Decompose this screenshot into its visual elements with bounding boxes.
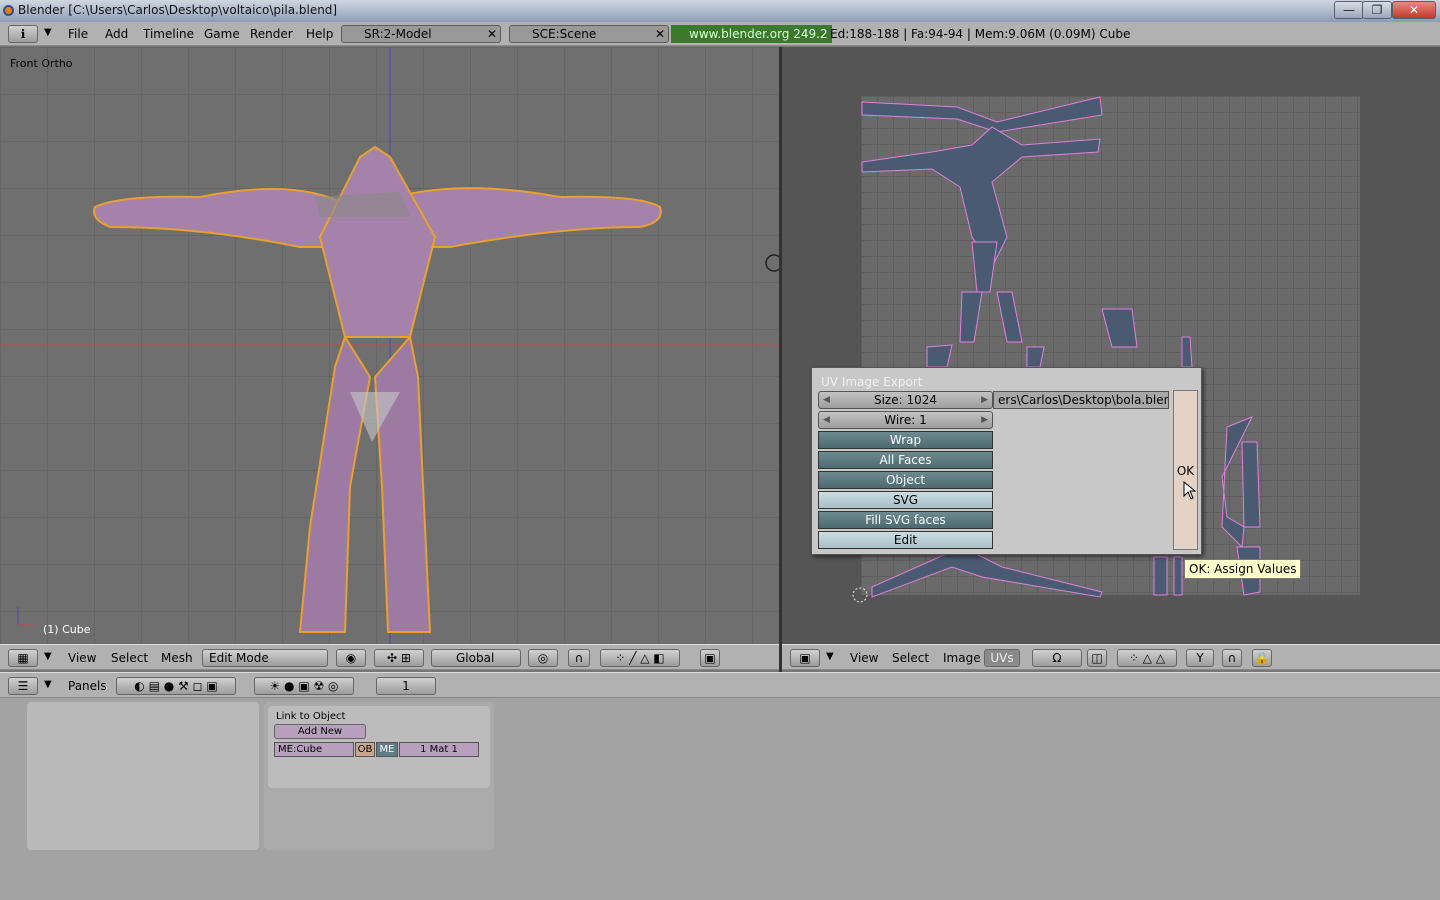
mouse-cursor-icon <box>1183 481 1197 500</box>
3d-view-header: ▦ ▼ View Select Mesh Edit Mode ◉ ✣ ⊞ Glo… <box>0 644 779 670</box>
select-mode-icons[interactable]: ⁘ ╱ △ ◧ <box>600 649 680 667</box>
menu-uv-image[interactable]: Image <box>943 651 981 665</box>
dialog-title: UV Image Export <box>821 375 923 389</box>
window-title: Blender [C:\Users\Carlos\Desktop\voltaic… <box>18 3 338 17</box>
file-path-field[interactable]: ers\Carlos\Desktop\bola.blend <box>993 391 1169 409</box>
uv-editor-header: ▣ ▼ View Select Image UVs Ω ◫ ⁘ △ △ Y ∩ … <box>782 644 1440 670</box>
collapse-arrow-icon[interactable]: ▼ <box>44 651 52 662</box>
grid-editor-icon[interactable]: ▦ <box>8 649 38 667</box>
link-title: Link to Object <box>276 711 346 722</box>
mode-label: Edit Mode <box>209 651 269 665</box>
me-button[interactable]: ME <box>376 742 398 757</box>
pivot-icon[interactable]: ✣ ⊞ <box>374 649 424 667</box>
proportional-edit-icon[interactable]: ◎ <box>528 649 558 667</box>
mesh-name-field[interactable]: ME:Cube <box>274 742 354 757</box>
uv-editor-type-icon[interactable]: ▣ <box>790 649 820 667</box>
wrap-toggle[interactable]: Wrap <box>818 431 993 449</box>
wire-label: Wire: 1 <box>884 413 927 427</box>
menu-add[interactable]: Add <box>105 27 128 41</box>
scene-stats: Ed:188-188 | Fa:94-94 | Mem:9.06M (0.09M… <box>830 27 1131 41</box>
draw-type-icon[interactable]: ◉ <box>336 649 366 667</box>
decrement-arrow-icon[interactable]: ◀ <box>823 392 830 409</box>
uvs-label: UVs <box>990 651 1014 665</box>
collapse-arrow-icon[interactable]: ▼ <box>44 679 52 690</box>
mesh-torso <box>318 145 437 338</box>
menu-uv-select[interactable]: Select <box>892 651 929 665</box>
size-field[interactable]: ◀ Size: 1024 ▶ <box>818 391 993 409</box>
mesh-right-leg <box>373 334 432 633</box>
maximize-button[interactable]: ❐ <box>1362 1 1392 19</box>
edit-toggle[interactable]: Edit <box>818 531 993 549</box>
frame-number: 1 <box>402 679 410 693</box>
screen-name: SR:2-Model <box>364 27 432 41</box>
title-bar: Blender [C:\Users\Carlos\Desktop\voltaic… <box>0 0 1440 22</box>
menu-render[interactable]: Render <box>250 27 293 41</box>
screen-selector[interactable]: SR:2-Model ✕ <box>341 25 501 43</box>
pivot-icon[interactable]: Y <box>1186 649 1214 667</box>
delete-screen-icon[interactable]: ✕ <box>487 26 497 42</box>
add-new-button[interactable]: Add New <box>274 724 366 739</box>
collapse-arrow-icon[interactable]: ▼ <box>44 27 52 38</box>
buttons-window: Link to Object Add New ME:Cube OB ME 1 M… <box>0 698 1440 900</box>
increment-arrow-icon[interactable]: ▶ <box>981 392 988 409</box>
scene-name: SCE:Scene <box>532 27 597 41</box>
snap-icon[interactable]: ∩ <box>1222 649 1242 667</box>
increment-arrow-icon[interactable]: ▶ <box>981 412 988 429</box>
add-new-label: Add New <box>297 726 343 737</box>
menu-file[interactable]: File <box>68 27 88 41</box>
blender-logo-icon <box>3 5 14 16</box>
buttons-header: ☰ ▼ Panels ◐ ▤ ● ⚒ ◻ ▣ ☀ ● ▣ ☢ ◎ 1 <box>0 672 1440 698</box>
delete-scene-icon[interactable]: ✕ <box>655 26 665 42</box>
collapse-arrow-icon[interactable]: ▼ <box>826 651 834 662</box>
close-button[interactable]: ✕ <box>1392 1 1436 19</box>
snap-icon[interactable]: ∩ <box>568 649 590 667</box>
context-icons[interactable]: ◐ ▤ ● ⚒ ◻ ▣ <box>116 677 236 695</box>
link-panel: Link to Object Add New ME:Cube OB ME 1 M… <box>264 702 494 850</box>
orientation-label: Global <box>456 651 495 665</box>
frame-field[interactable]: 1 <box>376 677 436 695</box>
buttons-editor-icon[interactable]: ☰ <box>8 677 38 695</box>
minimize-button[interactable]: — <box>1334 1 1364 19</box>
menu-help[interactable]: Help <box>306 27 333 41</box>
ob-button[interactable]: OB <box>355 742 375 757</box>
3d-viewport[interactable]: Front Ortho (1) Cube <box>0 47 779 644</box>
decrement-arrow-icon[interactable]: ◀ <box>823 412 830 429</box>
mesh-canvas <box>0 47 779 644</box>
wire-field[interactable]: ◀ Wire: 1 ▶ <box>818 411 993 429</box>
ok-button[interactable]: OK <box>1173 390 1198 550</box>
sticky-mode-icon[interactable]: Ω <box>1032 649 1082 667</box>
menu-panels[interactable]: Panels <box>68 679 107 693</box>
menu-timeline[interactable]: Timeline <box>143 27 194 41</box>
material-index-field[interactable]: 1 Mat 1 <box>399 742 479 757</box>
empty-panel <box>27 702 259 850</box>
size-label: Size: 1024 <box>873 393 938 407</box>
menu-select[interactable]: Select <box>111 651 148 665</box>
uv-export-dialog: UV Image Export ◀ Size: 1024 ▶ ◀ Wire: 1 ▶ W… <box>811 367 1202 555</box>
menu-view[interactable]: View <box>68 651 96 665</box>
menu-uv-view[interactable]: View <box>850 651 878 665</box>
uv-select-mode-icons[interactable]: ⁘ △ △ <box>1117 649 1177 667</box>
mode-selector[interactable]: Edit Mode <box>202 649 328 667</box>
sync-icon[interactable]: ◫ <box>1087 649 1107 667</box>
version-badge[interactable]: www.blender.org 249.2 <box>671 25 832 43</box>
mesh-left-leg <box>298 334 372 633</box>
fill-svg-faces-toggle[interactable]: Fill SVG faces <box>818 511 993 529</box>
svg-toggle[interactable]: SVG <box>818 491 993 509</box>
lock-icon[interactable]: 🔒 <box>1252 649 1272 667</box>
orientation-selector[interactable]: Global <box>431 649 521 667</box>
object-toggle[interactable]: Object <box>818 471 993 489</box>
tooltip: OK: Assign Values <box>1184 559 1302 579</box>
uvs-menu[interactable]: UVs <box>984 649 1020 667</box>
menu-mesh[interactable]: Mesh <box>161 651 193 665</box>
menu-game[interactable]: Game <box>204 27 240 41</box>
render-icon[interactable]: ▣ <box>700 649 720 667</box>
subcontext-icons[interactable]: ☀ ● ▣ ☢ ◎ <box>254 677 354 695</box>
all-faces-toggle[interactable]: All Faces <box>818 451 993 469</box>
editor-type-icon[interactable]: ℹ <box>8 25 38 43</box>
scene-selector[interactable]: SCE:Scene ✕ <box>509 25 669 43</box>
link-subpanel: Link to Object Add New ME:Cube OB ME 1 M… <box>268 706 490 788</box>
